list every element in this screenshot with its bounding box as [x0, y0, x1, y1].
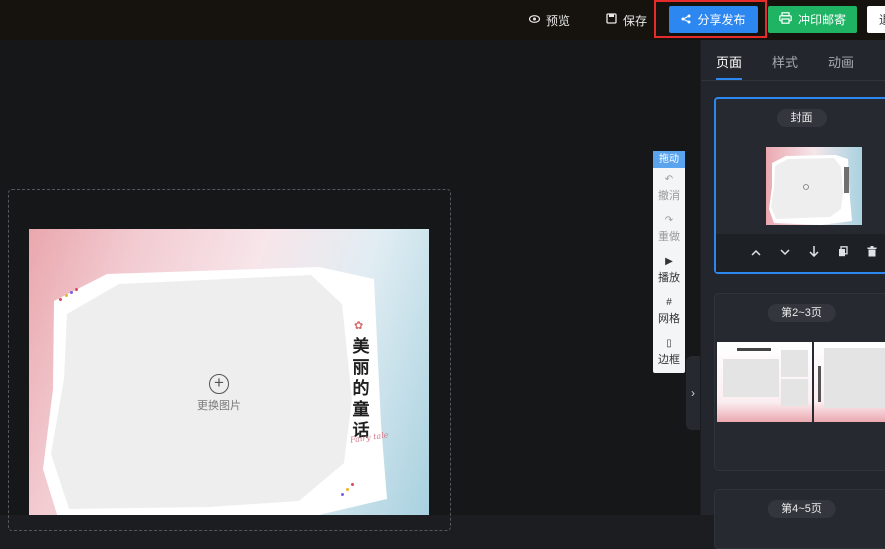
vertical-title: 美 丽 的 童 话: [351, 337, 371, 442]
undo-icon: ↶: [664, 174, 674, 185]
redo-button[interactable]: ↷ 重做: [653, 209, 685, 250]
printer-icon: [779, 12, 792, 27]
change-image-button[interactable]: + 更换图片: [179, 374, 259, 413]
tab-pages[interactable]: 页面: [716, 52, 742, 71]
chevron-right-icon: ›: [691, 386, 695, 400]
phone-frame-icon: ▯: [666, 338, 672, 349]
save-button[interactable]: 保存: [606, 0, 647, 40]
copy-icon[interactable]: [828, 246, 857, 260]
tab-styles[interactable]: 样式: [772, 52, 798, 71]
cover-page[interactable]: ✿ 美 丽 的 童 话 Fairy tale + 更换图片: [29, 229, 429, 515]
active-tab-indicator: [716, 78, 742, 80]
border-label: 边框: [658, 354, 680, 366]
exit-label: 退: [879, 11, 885, 28]
print-label: 冲印邮寄: [797, 13, 846, 27]
move-down-icon[interactable]: [770, 247, 799, 259]
page-card-label: 第2~3页: [767, 304, 836, 322]
plus-circle-icon: +: [209, 374, 229, 394]
drag-handle[interactable]: 拖动: [653, 151, 685, 168]
save-icon: [606, 13, 617, 27]
page-card-label: 封面: [776, 109, 827, 127]
canvas-tool-strip: 拖动 ↶ 撤消 ↷ 重做 ▶ 播放 # 网格 ▯ 边框: [653, 151, 685, 373]
eye-icon: [528, 14, 541, 26]
grid-button[interactable]: # 网格: [653, 291, 685, 332]
undo-button[interactable]: ↶ 撤消: [653, 168, 685, 209]
save-label: 保存: [623, 13, 648, 28]
preview-button[interactable]: 预览: [528, 0, 571, 40]
exit-button[interactable]: 退: [867, 6, 885, 33]
spread-thumbnail: [717, 342, 885, 422]
tab-animation[interactable]: 动画: [828, 52, 854, 71]
right-panel: 页面 样式 动画 封面 第2~3页 第4~5页: [701, 40, 885, 549]
print-mail-button[interactable]: 冲印邮寄: [768, 6, 857, 33]
play-label: 播放: [658, 272, 680, 284]
crab-icon: ✿: [354, 320, 364, 332]
page-card-2-3[interactable]: 第2~3页: [714, 293, 885, 471]
panel-collapse-toggle[interactable]: ›: [686, 356, 700, 430]
redo-icon: ↷: [664, 215, 674, 226]
page-card-4-5[interactable]: 第4~5页: [714, 489, 885, 549]
arrow-down-icon[interactable]: [799, 246, 828, 260]
play-button[interactable]: ▶ 播放: [653, 250, 685, 291]
grid-icon: #: [666, 297, 672, 308]
top-toolbar: 预览 保存 分享发布 冲印邮寄 退: [0, 0, 885, 40]
share-publish-button[interactable]: 分享发布: [669, 6, 758, 33]
page-card-actions: [716, 234, 885, 272]
play-icon: ▶: [665, 256, 673, 267]
border-button[interactable]: ▯ 边框: [653, 332, 685, 373]
page-card-cover[interactable]: 封面: [714, 97, 885, 274]
undo-label: 撤消: [658, 190, 680, 202]
share-icon: [681, 13, 691, 27]
preview-label: 预览: [546, 13, 571, 28]
panel-tabs: 页面 样式 动画: [701, 40, 885, 81]
share-label: 分享发布: [697, 13, 746, 27]
delete-icon[interactable]: [857, 246, 885, 260]
redo-label: 重做: [658, 231, 680, 243]
move-up-icon[interactable]: [741, 247, 770, 259]
change-image-label: 更换图片: [197, 400, 241, 412]
cover-thumbnail: [766, 147, 862, 225]
grid-label: 网格: [658, 313, 680, 325]
page-card-label: 第4~5页: [767, 500, 836, 518]
vertical-title-text: 美 丽 的 童 话: [352, 337, 370, 441]
